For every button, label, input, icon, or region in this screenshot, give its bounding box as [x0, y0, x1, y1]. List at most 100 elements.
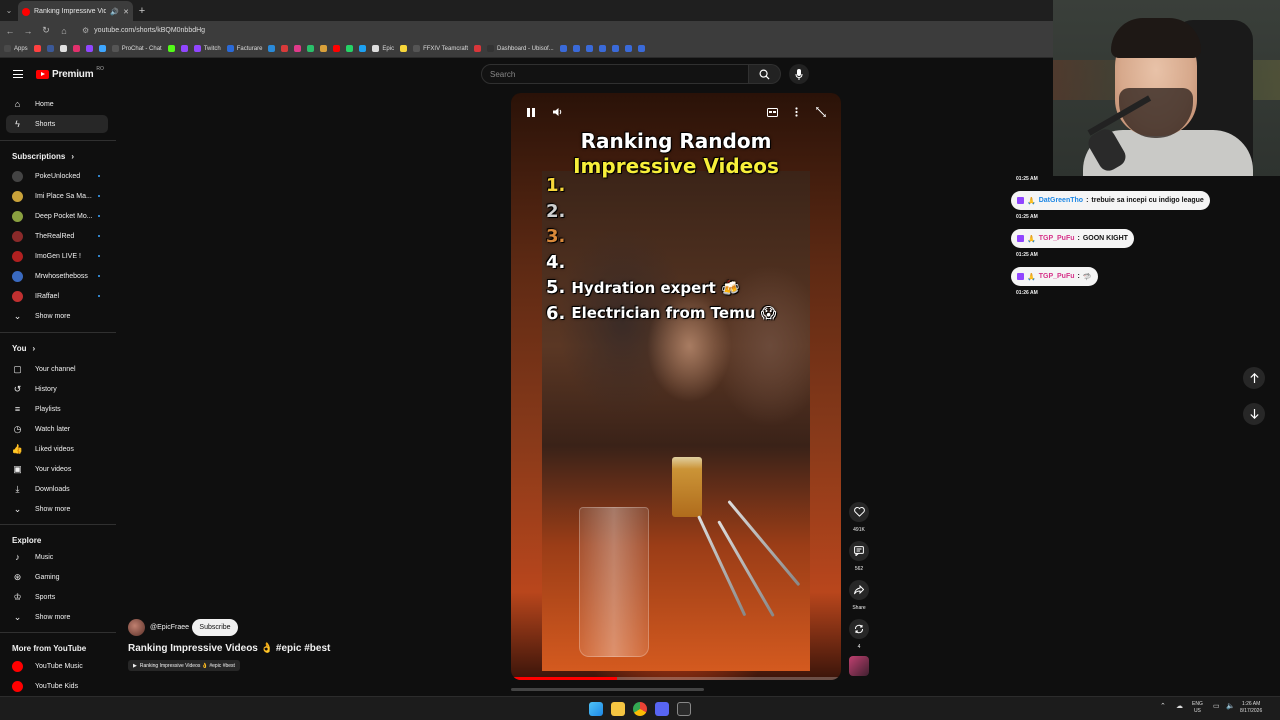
sidebar-item[interactable]: ♔ Sports — [6, 588, 108, 606]
sidebar-item[interactable]: Deep Pocket Mo... — [6, 207, 108, 225]
remix-button[interactable] — [849, 619, 869, 639]
menu-icon[interactable] — [13, 70, 23, 78]
video-progress-bar[interactable] — [511, 677, 841, 680]
bookmark-item[interactable] — [598, 45, 606, 52]
bookmark-item[interactable]: Apps — [4, 45, 28, 52]
bookmark-item[interactable]: Twitch — [193, 45, 221, 52]
bookmark-item[interactable] — [167, 45, 175, 52]
sidebar-item[interactable]: ↺ History — [6, 380, 108, 398]
bookmark-item[interactable] — [72, 45, 80, 52]
comments-button[interactable] — [849, 541, 869, 561]
bookmark-item[interactable] — [572, 45, 580, 52]
monitor-icon[interactable]: ▭ — [1213, 703, 1220, 710]
playlist-chip[interactable]: ▶ Ranking Impressive Videos 👌 #epic #bes… — [128, 660, 240, 671]
home-icon[interactable]: ⌂ — [58, 26, 70, 36]
url-field[interactable]: ⚙ youtube.com/shorts/kBQM0nbbdHg — [76, 23, 1047, 38]
bookmark-item[interactable] — [46, 45, 54, 52]
bookmark-item[interactable]: ProChat - Chat — [111, 45, 162, 52]
bookmark-item[interactable] — [33, 45, 41, 52]
shorts-player[interactable]: Ranking Random Impressive Videos 1. 2. 3. 4… — [511, 93, 841, 680]
bookmark-item[interactable] — [281, 45, 289, 52]
like-button[interactable] — [849, 502, 869, 522]
voice-search-button[interactable] — [789, 64, 809, 84]
bookmark-item[interactable] — [400, 45, 408, 52]
sidebar-item[interactable]: ϟ Shorts — [6, 115, 108, 133]
fullscreen-button[interactable] — [814, 105, 828, 119]
sidebar-item[interactable]: ◷ Watch later — [6, 420, 108, 438]
subscribe-button[interactable]: Subscribe — [192, 619, 238, 636]
bookmark-item[interactable]: FFXIV Teamcraft — [413, 45, 468, 52]
bookmark-item[interactable] — [474, 45, 481, 52]
bookmark-item[interactable] — [268, 45, 276, 52]
bookmark-item[interactable] — [180, 45, 188, 52]
sidebar-item[interactable]: ImoGen LIVE ! — [6, 247, 108, 265]
sidebar-item[interactable]: ≡ Playlists — [6, 400, 108, 418]
windows-start-icon[interactable] — [589, 702, 603, 716]
bookmark-item[interactable] — [346, 45, 354, 52]
bookmark-item[interactable] — [559, 45, 567, 52]
sidebar-item[interactable]: ⊛ Gaming — [6, 568, 108, 586]
more-options-button[interactable] — [790, 105, 802, 119]
sidebar-item[interactable]: ▣ Your videos — [6, 460, 108, 478]
sidebar-section-title[interactable]: You › — [12, 344, 35, 353]
language-indicator[interactable]: ENG US — [1192, 701, 1203, 715]
forward-icon[interactable]: → — [22, 26, 34, 36]
sidebar-section-title[interactable]: Subscriptions › — [12, 152, 74, 161]
show-more-button[interactable]: ⌄ Show more — [6, 500, 108, 518]
captions-button[interactable] — [765, 105, 779, 119]
search-button[interactable] — [749, 64, 781, 84]
share-button[interactable] — [849, 580, 869, 600]
sidebar-item[interactable]: Imi Place Sa Ma... — [6, 187, 108, 205]
bookmark-item[interactable] — [98, 45, 106, 52]
pause-button[interactable] — [525, 105, 537, 119]
search-input[interactable]: Search — [481, 64, 749, 84]
channel-name[interactable]: @EpicFraee — [150, 624, 189, 631]
new-tab-button[interactable]: + — [133, 5, 151, 17]
chrome-icon[interactable] — [633, 702, 647, 716]
volume-button[interactable] — [551, 105, 565, 119]
bookmark-item[interactable] — [320, 45, 328, 52]
sidebar-item[interactable]: IRaffael — [6, 287, 108, 305]
sidebar-item[interactable]: YouTube Music — [6, 657, 108, 675]
tray-chevron-icon[interactable]: ⌃ — [1160, 703, 1166, 710]
tab-search-icon[interactable]: ⌄ — [0, 6, 18, 15]
speaker-tray-icon[interactable]: 🔈 — [1226, 703, 1235, 710]
previous-short-button[interactable] — [1243, 367, 1265, 389]
site-info-icon[interactable]: ⚙ — [82, 26, 89, 35]
sidebar-section-title[interactable]: More from YouTube — [12, 644, 86, 653]
reload-icon[interactable]: ↻ — [40, 25, 52, 36]
sidebar-item[interactable]: PokeUnlocked — [6, 167, 108, 185]
bookmark-item[interactable] — [85, 45, 93, 52]
sidebar-item[interactable]: ▢ Your channel — [6, 360, 108, 378]
sidebar-section-title[interactable]: Explore — [12, 536, 41, 545]
show-more-button[interactable]: ⌄ Show more — [6, 608, 108, 626]
app-icon[interactable] — [677, 702, 691, 716]
back-icon[interactable]: ← — [4, 26, 16, 36]
sidebar-item[interactable]: TheRealRed — [6, 227, 108, 245]
sidebar-item[interactable]: ⤓ Downloads — [6, 480, 108, 498]
channel-avatar[interactable] — [128, 619, 145, 636]
sidebar-item[interactable]: YouTube Kids — [6, 677, 108, 695]
cloud-icon[interactable]: ☁ — [1176, 703, 1183, 710]
bookmark-item[interactable] — [611, 45, 619, 52]
discord-icon[interactable] — [655, 702, 669, 716]
next-short-button[interactable] — [1243, 403, 1265, 425]
sound-thumbnail[interactable] — [849, 656, 869, 676]
speaker-icon[interactable]: 🔊 — [110, 8, 119, 16]
bookmark-item[interactable] — [294, 45, 302, 52]
sidebar-item[interactable]: ⌂ Home — [6, 95, 108, 113]
bookmark-item[interactable] — [307, 45, 315, 52]
sidebar-item[interactable]: Mrwhosetheboss — [6, 267, 108, 285]
clock[interactable]: 1:26 AM 8/17/2026 — [1240, 701, 1262, 715]
sidebar-item[interactable]: 👍 Liked videos — [6, 440, 108, 458]
file-explorer-icon[interactable] — [611, 702, 625, 716]
bookmark-item[interactable]: Dashboard - Ubisof... — [487, 45, 554, 52]
bookmark-item[interactable] — [637, 45, 645, 52]
show-more-button[interactable]: ⌄ Show more — [6, 307, 108, 325]
bookmark-item[interactable] — [333, 45, 341, 52]
close-tab-icon[interactable]: ✕ — [123, 8, 129, 16]
browser-tab-active[interactable]: Ranking Impressive Videos 🔊 ✕ — [18, 1, 133, 22]
bookmark-item[interactable] — [359, 45, 367, 52]
bookmark-item[interactable]: Epic — [372, 45, 394, 52]
bookmark-item[interactable] — [585, 45, 593, 52]
